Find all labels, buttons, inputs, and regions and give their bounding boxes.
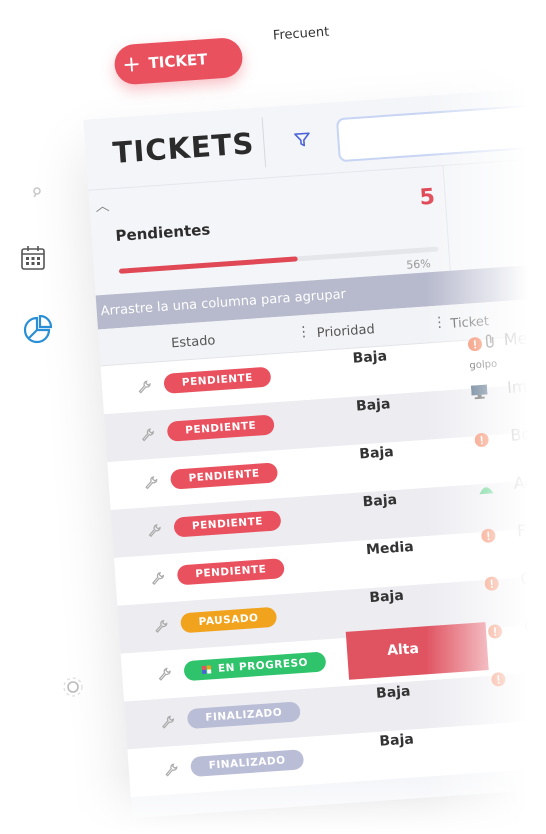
paperclip-icon [484, 333, 497, 354]
status-badge: FINALIZADO [186, 701, 301, 730]
pie-chart-icon[interactable] [22, 314, 53, 345]
status-label: EN PROGRESO [217, 656, 309, 675]
priority-label: Baja [368, 587, 405, 607]
filter-icon[interactable] [293, 130, 312, 149]
app-screen: + TICKET Frecuent TICKETS ︿ Pendientes 5 [0, 0, 546, 834]
plus-icon: + [121, 51, 142, 78]
priority-label: Baja [358, 444, 395, 463]
chevron-up-icon[interactable]: ︿ [95, 195, 110, 216]
priority-label: Baja [362, 492, 398, 511]
ticket-title: Impres [506, 374, 546, 398]
search-input[interactable] [335, 102, 546, 163]
status-label: PENDIENTE [181, 371, 254, 389]
ticket-title: Fuga [516, 519, 546, 541]
priority-label: Baja [375, 683, 411, 702]
pending-percent: 56% [405, 257, 432, 272]
divider [261, 117, 267, 168]
alert-icon [481, 527, 496, 543]
wrench-icon[interactable] [152, 618, 169, 635]
monitor-icon [470, 384, 488, 400]
priority-label: Media [365, 538, 415, 559]
status-label: PENDIENTE [191, 515, 264, 533]
ticket-cell[interactable] [494, 706, 546, 762]
page-title: TICKETS [111, 126, 256, 170]
column-header-estado[interactable]: Estado [171, 333, 216, 351]
pending-count: 5 [418, 184, 436, 211]
ticket-title: Mesa [503, 327, 546, 350]
status-label: FINALIZADO [204, 706, 283, 724]
status-label: FINALIZADO [208, 754, 286, 772]
new-ticket-button[interactable]: + TICKET [113, 36, 244, 86]
status-badge: PENDIENTE [163, 366, 272, 394]
wrench-icon[interactable] [139, 427, 156, 444]
status-badge: PENDIENTE [176, 558, 285, 586]
calendar-icon[interactable] [20, 245, 46, 271]
wrench-icon[interactable] [162, 762, 179, 779]
ticket-cell[interactable]: C [487, 610, 546, 666]
status-badge: PENDIENTE [170, 462, 279, 490]
ticket-cell[interactable]: Con [484, 562, 546, 618]
pending-progress-fill [118, 256, 298, 274]
alert-icon [474, 431, 489, 447]
tickets-grid-body: PENDIENTE Baja Mesa golpo PENDIENTE Baja Impre… [100, 327, 546, 798]
status-badge: PAUSADO [180, 606, 278, 634]
status-badge: FINALIZADO [190, 749, 305, 778]
wrench-icon[interactable] [136, 379, 153, 396]
wrench-icon[interactable] [146, 522, 163, 539]
ticket-cell[interactable]: Impres [470, 371, 546, 427]
ticket-title: Bombil [509, 422, 546, 445]
column-menu-icon[interactable]: ⋮ [432, 314, 447, 331]
priority-cell[interactable]: Baja [352, 718, 495, 776]
alert-icon [488, 623, 503, 639]
tickets-panel: + TICKET Frecuent TICKETS ︿ Pendientes 5 [82, 25, 546, 819]
status-label: PENDIENTE [194, 563, 267, 581]
status-badge: PENDIENTE [166, 414, 275, 442]
ticket-cell[interactable]: Acond [477, 467, 546, 523]
priority-label: Baja [352, 348, 388, 367]
wrench-icon[interactable] [149, 570, 166, 587]
alert-icon [491, 671, 506, 687]
ticket-title: C [523, 616, 536, 637]
settings-icon[interactable] [62, 676, 84, 698]
divider [442, 165, 451, 271]
priority-label: Baja [355, 396, 391, 415]
ticket-cell[interactable]: Mesa golpo [467, 323, 546, 379]
priority-label: Baja [378, 731, 415, 750]
wrench-icon[interactable] [159, 714, 176, 731]
progress-icon [201, 665, 213, 675]
ticket-cell[interactable]: Fuga [480, 515, 546, 571]
wrench-icon[interactable] [142, 475, 159, 492]
status-badge: PENDIENTE [173, 510, 282, 538]
new-ticket-label: TICKET [147, 50, 209, 73]
status-label: PAUSADO [198, 611, 259, 629]
ticket-subtitle: golpo [469, 358, 498, 372]
alert-icon [484, 575, 499, 591]
column-header-prioridad[interactable]: Prioridad [316, 322, 375, 341]
priority-label: Alta [386, 640, 420, 660]
status-label: PENDIENTE [188, 467, 260, 485]
alert-icon [467, 336, 482, 352]
pending-progress-bar [118, 246, 439, 274]
tab-frequent[interactable]: Frecuent [272, 25, 329, 44]
bell-icon [477, 479, 494, 495]
column-menu-icon[interactable]: ⋮ [296, 324, 311, 341]
ticket-title: Con [519, 567, 546, 589]
status-badge: EN PROGRESO [183, 651, 327, 682]
tickets-card: TICKETS ︿ Pendientes 5 56% Arrastre la u… [83, 87, 546, 819]
pending-label: Pendientes [114, 220, 211, 245]
ticket-title: Acond [513, 470, 546, 493]
small-icon[interactable] [30, 185, 44, 199]
ticket-cell[interactable]: Bombil [474, 419, 546, 475]
status-label: PENDIENTE [184, 419, 257, 437]
wrench-icon[interactable] [156, 666, 173, 683]
ticket-cell[interactable] [490, 658, 546, 714]
